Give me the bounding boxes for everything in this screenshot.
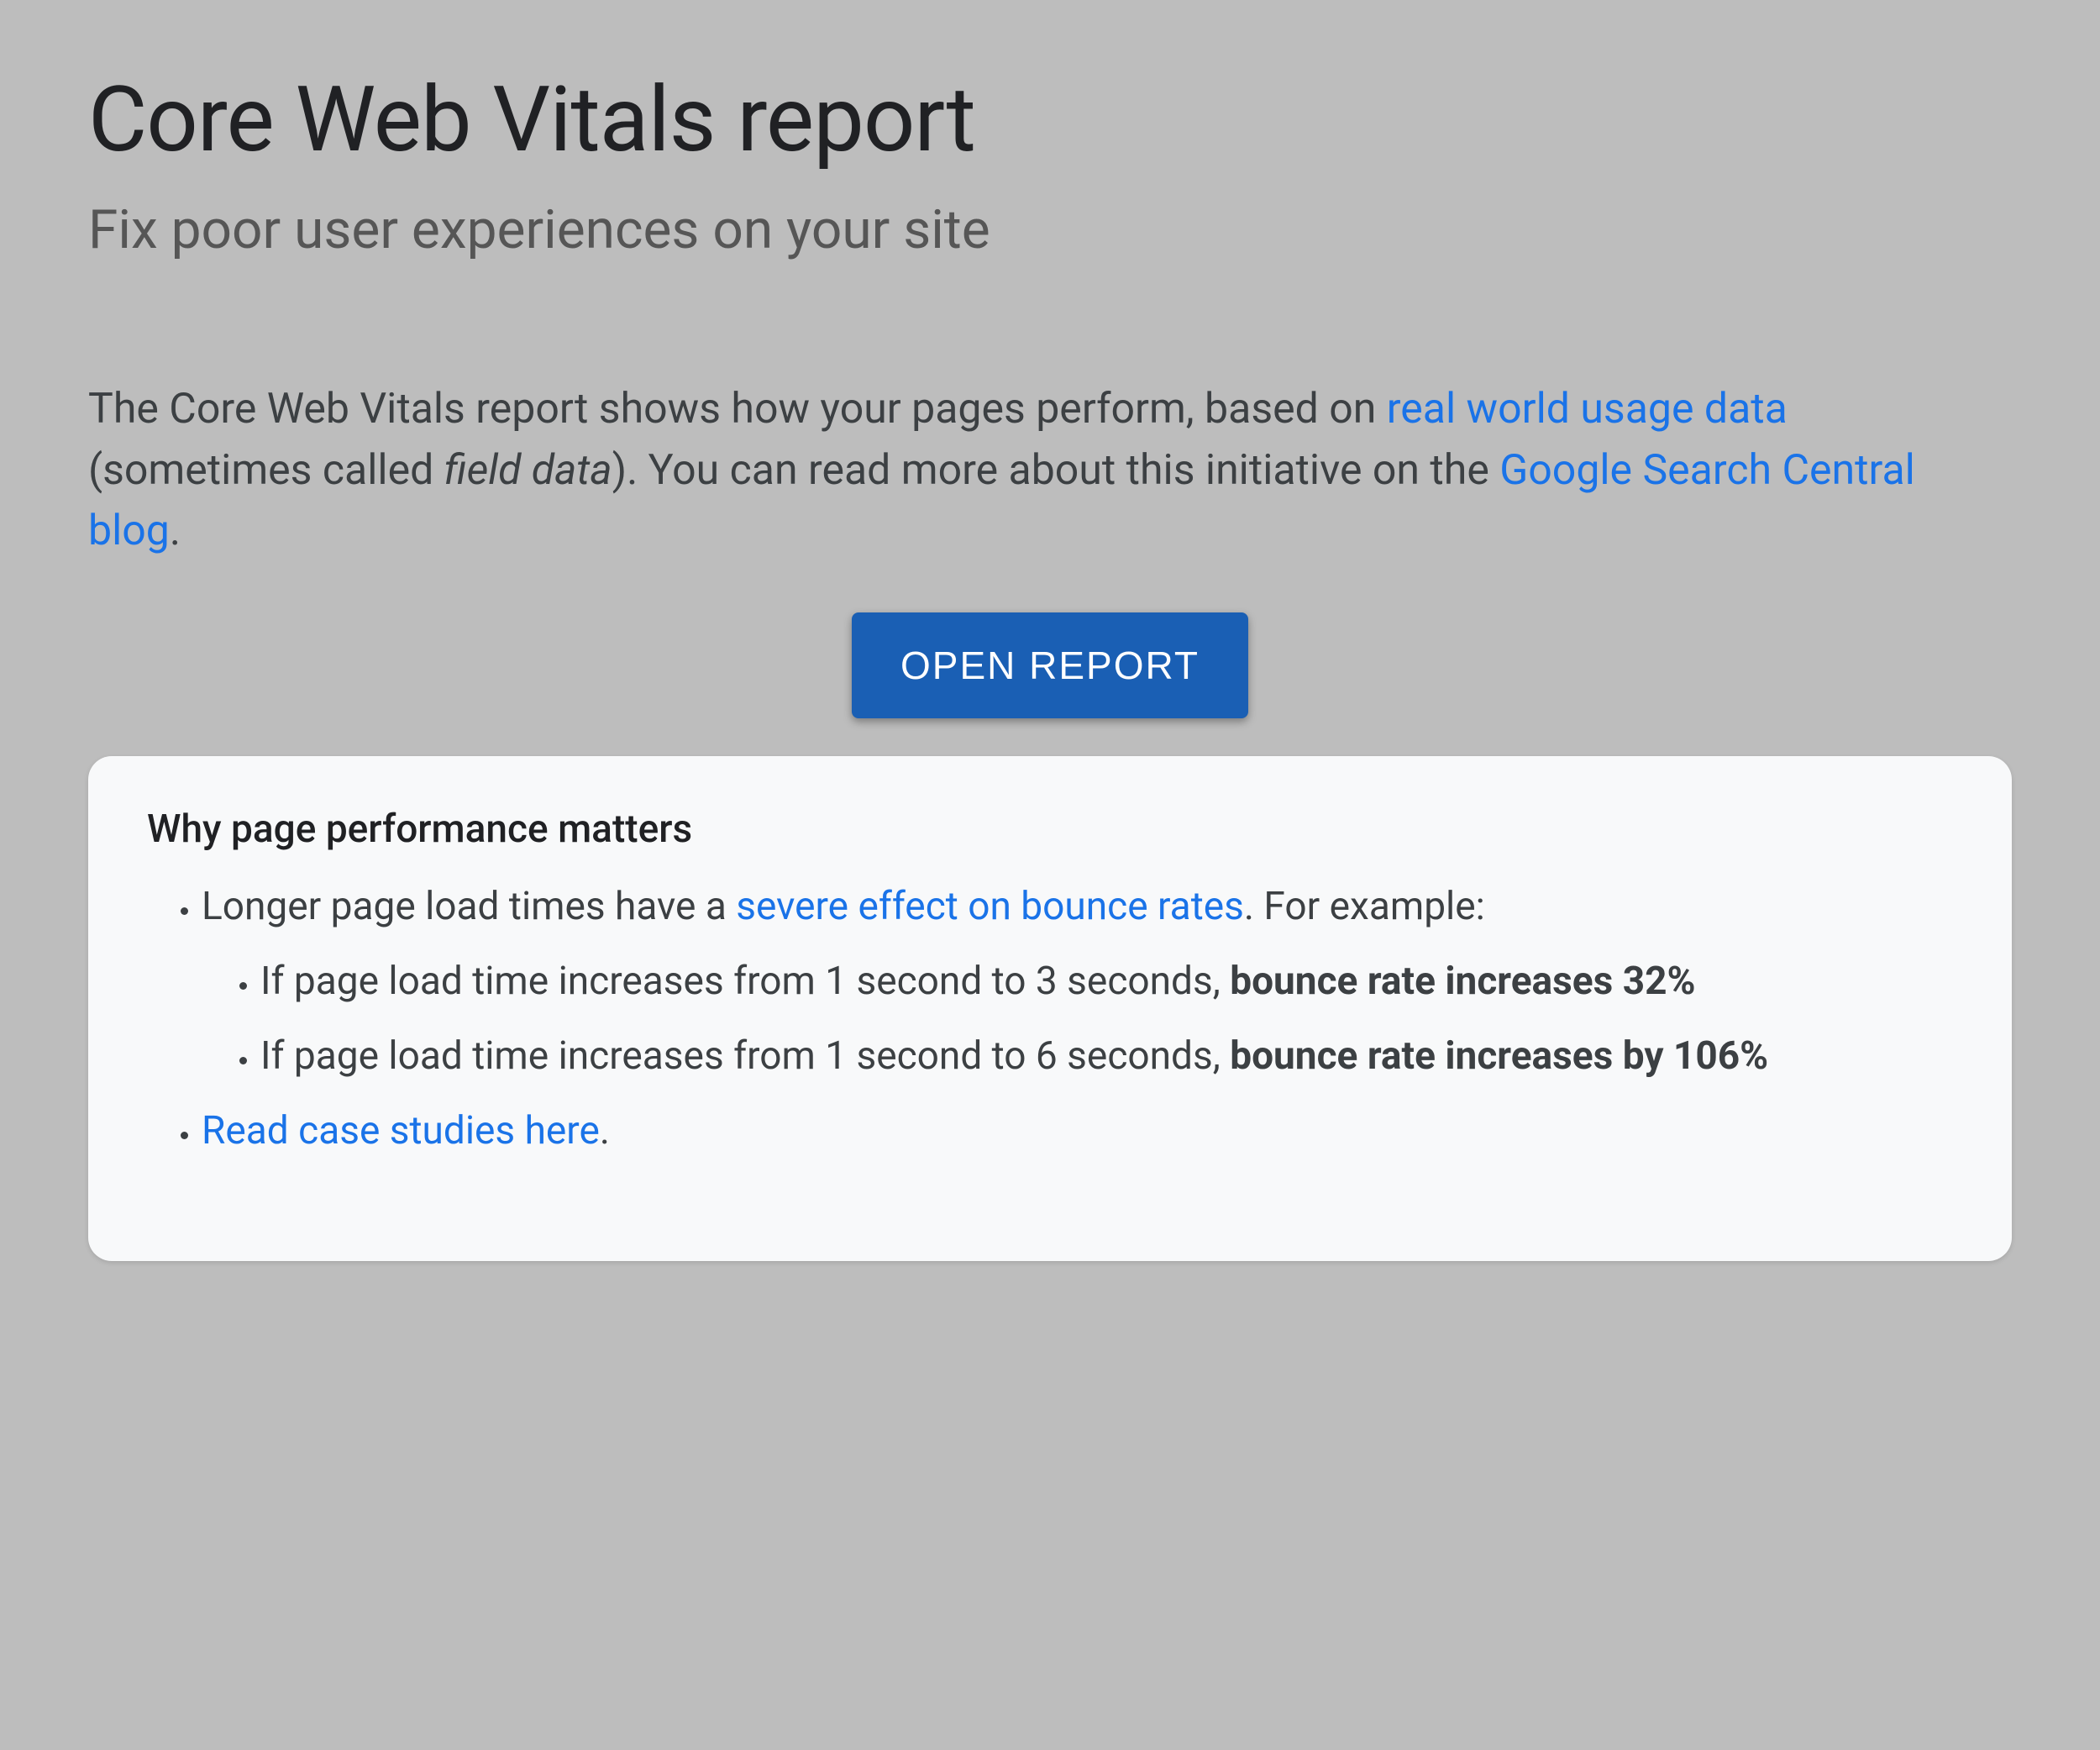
intro-text-post: . [170, 507, 181, 555]
bullet1-post: . For example: [1244, 884, 1485, 929]
intro-text-pre: The Core Web Vitals report shows how you… [88, 385, 1387, 434]
why-performance-card: Why page performance matters Longer page… [88, 756, 2012, 1261]
intro-text-mid1: (sometimes called [88, 446, 444, 495]
sub2-pre: If page load time increases from 1 secon… [260, 1033, 1230, 1079]
case-studies-link[interactable]: Read case studies here [202, 1108, 600, 1154]
intro-paragraph: The Core Web Vitals report shows how you… [88, 379, 2012, 562]
sub1-pre: If page load time increases from 1 secon… [260, 959, 1230, 1004]
page-subtitle: Fix poor user experiences on your site [88, 198, 2012, 261]
list-item: Longer page load times have a severe eff… [202, 877, 1953, 1087]
sub2-bold: bounce rate increases by 106% [1230, 1033, 1768, 1079]
card-list: Longer page load times have a severe eff… [147, 877, 1953, 1162]
list-item: Read case studies here. [202, 1101, 1953, 1161]
intro-italic: field data [444, 446, 612, 495]
sub1-bold: bounce rate increases 32% [1230, 959, 1695, 1004]
bullet2-post: . [600, 1108, 610, 1154]
list-item: If page load time increases from 1 secon… [260, 952, 1953, 1012]
bounce-rates-link[interactable]: severe effect on bounce rates [736, 884, 1244, 929]
card-heading: Why page performance matters [147, 807, 1953, 852]
page-root: Core Web Vitals report Fix poor user exp… [0, 0, 2100, 1750]
sub-list: If page load time increases from 1 secon… [202, 952, 1953, 1087]
intro-text-mid2: ). You can read more about this initiati… [612, 446, 1500, 495]
button-row: OPEN REPORT [88, 612, 2012, 718]
real-world-usage-data-link[interactable]: real world usage data [1387, 385, 1788, 434]
list-item: If page load time increases from 1 secon… [260, 1027, 1953, 1086]
bullet1-pre: Longer page load times have a [202, 884, 736, 929]
open-report-button[interactable]: OPEN REPORT [852, 612, 1248, 718]
page-title: Core Web Vitals report [88, 67, 2012, 173]
